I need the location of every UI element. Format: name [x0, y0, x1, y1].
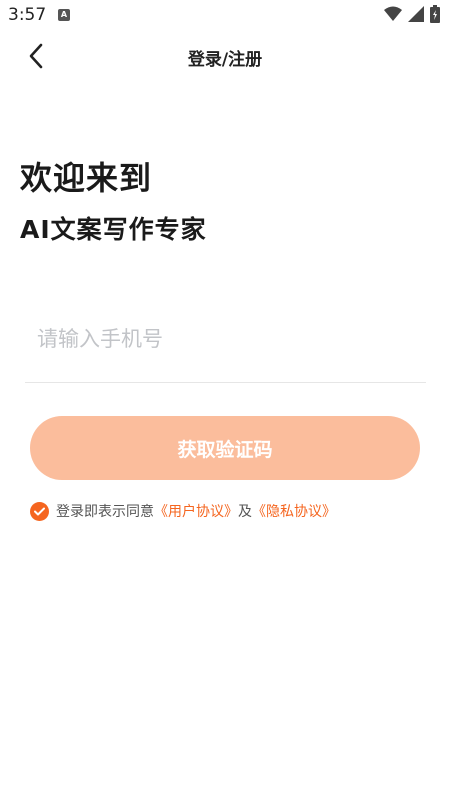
status-icons	[384, 5, 440, 27]
page-title: 登录/注册	[187, 50, 263, 70]
signal-icon	[408, 6, 424, 26]
privacy-policy-link[interactable]: 《隐私协议》	[252, 501, 336, 521]
check-icon	[34, 507, 45, 515]
agreement-row: 登录即表示同意 《用户协议》 及 《隐私协议》	[30, 500, 336, 522]
agree-checkbox[interactable]	[30, 501, 49, 521]
agreement-text: 登录即表示同意	[56, 504, 154, 520]
status-bar: 3:57 A	[0, 0, 450, 32]
wifi-icon	[384, 6, 402, 26]
phone-input[interactable]	[37, 319, 417, 359]
status-time: 3:57	[8, 5, 47, 25]
get-code-button[interactable]: 获取验证码	[30, 416, 420, 480]
header: 登录/注册	[0, 32, 450, 82]
phone-field	[25, 305, 426, 383]
agreement-conjunction: 及	[238, 504, 252, 520]
user-agreement-link[interactable]: 《用户协议》	[154, 501, 238, 521]
welcome-title: 欢迎来到	[20, 159, 153, 197]
welcome-subtitle: AI文案写作专家	[20, 215, 207, 244]
a-letter-icon: A	[58, 9, 70, 21]
battery-icon	[430, 5, 440, 27]
